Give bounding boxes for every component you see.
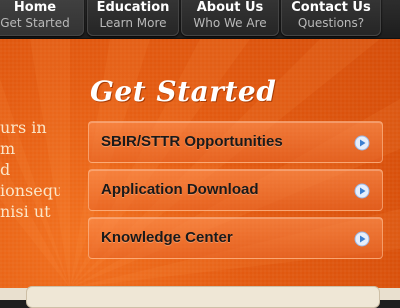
nav-tab-about-us[interactable]: About Us Who We Are bbox=[181, 0, 279, 36]
knowledge-center-button[interactable]: Knowledge Center bbox=[88, 217, 383, 259]
nav-tab-subtitle: Get Started bbox=[0, 15, 70, 30]
hero-section: urs in m d ionsequat ad nisi ut Get Star… bbox=[0, 39, 400, 288]
intro-line: urs in bbox=[0, 118, 47, 137]
nav-tab-home[interactable]: Home Get Started bbox=[0, 0, 84, 36]
content-panel bbox=[26, 286, 380, 308]
intro-line: ionsequat ad bbox=[0, 181, 60, 200]
arrow-circle-icon bbox=[354, 135, 370, 151]
nav-tab-title: Education bbox=[96, 0, 170, 15]
nav-tab-title: Contact Us bbox=[291, 0, 371, 15]
arrow-circle-icon bbox=[354, 231, 370, 247]
nav-tab-education[interactable]: Education Learn More bbox=[87, 0, 179, 36]
nav-tab-subtitle: Questions? bbox=[297, 15, 365, 30]
button-label: Knowledge Center bbox=[101, 229, 233, 246]
nav-tab-title: Home bbox=[13, 0, 57, 15]
nav-tab-subtitle: Who We Are bbox=[193, 15, 267, 30]
nav-tab-subtitle: Learn More bbox=[99, 15, 167, 30]
intro-line: nisi ut bbox=[0, 202, 51, 221]
sbir-sttr-opportunities-button[interactable]: SBIR/STTR Opportunities bbox=[88, 121, 383, 163]
intro-paragraph: urs in m d ionsequat ad nisi ut bbox=[0, 117, 60, 222]
section-title: Get Started bbox=[90, 75, 277, 108]
intro-line: d bbox=[0, 160, 11, 179]
intro-line: m bbox=[0, 139, 16, 158]
application-download-button[interactable]: Application Download bbox=[88, 169, 383, 211]
nav-tab-contact-us[interactable]: Contact Us Questions? bbox=[281, 0, 381, 36]
button-label: Application Download bbox=[101, 181, 259, 198]
top-navigation: Home Get Started Education Learn More Ab… bbox=[0, 0, 400, 39]
nav-tab-title: About Us bbox=[196, 0, 264, 15]
arrow-circle-icon bbox=[354, 183, 370, 199]
button-label: SBIR/STTR Opportunities bbox=[101, 133, 283, 150]
